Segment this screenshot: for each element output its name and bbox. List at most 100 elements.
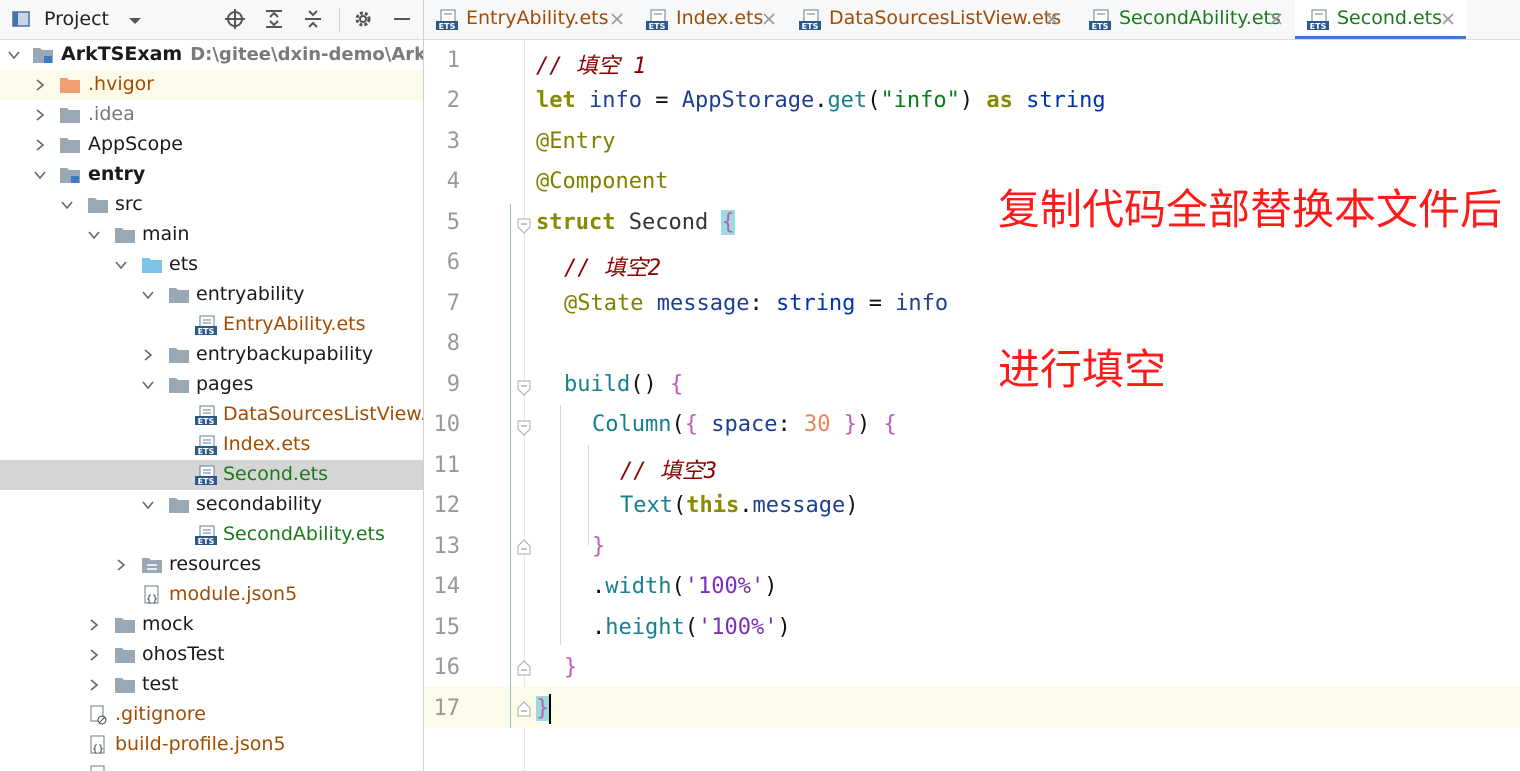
code-line-12[interactable]: Text(this.message) [620, 493, 858, 518]
chevron-down-icon[interactable] [61, 199, 73, 211]
close-icon[interactable] [610, 12, 624, 26]
close-icon[interactable] [1045, 12, 1059, 26]
code-line-17[interactable]: } [536, 696, 550, 721]
tab-datasourceslistview[interactable]: ETS DataSourcesListView.ets [787, 0, 1077, 39]
tree-item-entry[interactable]: entry [0, 160, 423, 190]
code-line-6[interactable]: // 填空2 [564, 250, 661, 282]
tree-item-label: Index.ets [223, 433, 311, 455]
code-line-16[interactable]: } [564, 655, 577, 680]
collapse-all-icon[interactable] [302, 8, 324, 30]
tab-index[interactable]: ETS Index.ets [634, 0, 787, 39]
tree-item-pages[interactable]: pages [0, 370, 423, 400]
tree-item-ohostest[interactable]: ohosTest [0, 640, 423, 670]
chevron-down-icon[interactable] [142, 499, 154, 511]
keyword: this [686, 493, 740, 518]
code-line-1[interactable]: // 填空 1 [536, 48, 646, 80]
json-file-icon: {} [144, 585, 159, 605]
tree-item-label: DataSourcesListView.et [223, 403, 424, 425]
tab-secondability[interactable]: ETS SecondAbility.ets [1077, 0, 1295, 39]
code-line-11[interactable]: // 填空3 [620, 453, 717, 485]
tree-item-datasourceslistview[interactable]: ETS DataSourcesListView.et [0, 400, 423, 430]
code-line-15[interactable]: .height('100%') [592, 615, 791, 640]
chevron-right-icon[interactable] [88, 649, 100, 661]
tree-item-mock[interactable]: mock [0, 610, 423, 640]
decorator: @Component [536, 169, 669, 194]
tree-item-second-ets[interactable]: ETS Second.ets [0, 460, 423, 490]
chevron-down-icon[interactable] [34, 169, 46, 181]
code-line-14[interactable]: .width('100%') [592, 574, 777, 599]
tree-item-arktsexam[interactable]: ArkTSExam D:\gitee\dxin-demo\ArkTSEx [0, 40, 423, 70]
code-line-13[interactable]: } [592, 534, 605, 559]
locate-icon[interactable] [224, 8, 246, 30]
close-icon[interactable] [762, 12, 776, 26]
chevron-down-icon[interactable] [142, 289, 154, 301]
tree-item-idea[interactable]: .idea [0, 100, 423, 130]
tree-item-main[interactable]: main [0, 220, 423, 250]
project-title[interactable]: Project [44, 8, 109, 30]
tree-item-src[interactable]: src [0, 190, 423, 220]
chevron-down-icon[interactable] [88, 229, 100, 241]
unfold-end-icon[interactable] [517, 660, 531, 676]
json-file-icon: {} [90, 735, 105, 755]
project-view-icon[interactable] [10, 8, 32, 30]
folder-icon [169, 378, 189, 393]
line-number: 17 [433, 696, 461, 721]
chevron-right-icon[interactable] [34, 79, 46, 91]
hide-panel-icon[interactable] [391, 8, 413, 30]
tab-second-active[interactable]: ETS Second.ets [1295, 0, 1466, 39]
tree-item-gitignore[interactable]: .gitignore [0, 700, 423, 730]
tab-label: DataSourcesListView.ets [829, 7, 1062, 29]
chevron-right-icon[interactable] [115, 559, 127, 571]
tab-label: SecondAbility.ets [1119, 7, 1281, 29]
unfold-end-icon[interactable] [517, 701, 531, 717]
tree-item-entrybackupability[interactable]: entrybackupability [0, 340, 423, 370]
code-line-10[interactable]: Column({ space: 30 }) { [592, 412, 897, 437]
tree-item-secondability-ets[interactable]: ETS SecondAbility.ets [0, 520, 423, 550]
fold-icon[interactable] [517, 420, 531, 436]
svg-text:ETS: ETS [649, 22, 666, 31]
code-line-2[interactable]: let info = AppStorage.get("info") as str… [536, 88, 1106, 113]
gear-icon[interactable] [352, 8, 374, 30]
fold-icon[interactable] [517, 380, 531, 396]
line-number: 3 [446, 129, 460, 154]
code-line-3[interactable]: @Entry [536, 129, 615, 154]
close-icon[interactable] [1269, 12, 1283, 26]
tree-item-test[interactable]: test [0, 670, 423, 700]
chevron-down-icon[interactable] [115, 259, 127, 271]
ets-file-icon: ETS [1089, 9, 1111, 31]
code-line-7[interactable]: @State message: string = info [564, 291, 948, 316]
tree-item-build-profile[interactable]: {} build-profile.json5 [0, 730, 423, 760]
tree-item-index-ets[interactable]: ETS Index.ets [0, 430, 423, 460]
close-icon[interactable] [1441, 12, 1455, 26]
chevron-right-icon[interactable] [34, 139, 46, 151]
fold-icon[interactable] [517, 218, 531, 234]
tree-item-module-json5[interactable]: {} module.json5 [0, 580, 423, 610]
chevron-right-icon[interactable] [88, 619, 100, 631]
paren: ) [845, 493, 859, 518]
expand-all-icon[interactable] [263, 8, 285, 30]
code-line-9[interactable]: build() { [564, 372, 683, 397]
module-folder-icon [60, 168, 80, 183]
chevron-right-icon[interactable] [34, 109, 46, 121]
chevron-right-icon[interactable] [142, 349, 154, 361]
tree-item-appscope[interactable]: AppScope [0, 130, 423, 160]
tree-item-secondability[interactable]: secondability [0, 490, 423, 520]
tree-item-entryability[interactable]: entryability [0, 280, 423, 310]
tree-item-hvigor[interactable]: .hvigor [0, 70, 423, 100]
code-line-4[interactable]: @Component [536, 169, 668, 194]
tree-item-label: main [142, 223, 190, 245]
chevron-down-icon[interactable] [142, 379, 154, 391]
tree-item-resources[interactable]: resources [0, 550, 423, 580]
folder-icon [169, 348, 189, 363]
chevron-down-icon[interactable] [124, 10, 146, 32]
tab-entryability[interactable]: ETS EntryAbility.ets [424, 0, 634, 39]
code-line-5[interactable]: struct Second { [536, 210, 735, 235]
unfold-end-icon[interactable] [517, 539, 531, 555]
chevron-right-icon[interactable] [88, 679, 100, 691]
folder-icon [115, 228, 135, 243]
chevron-down-icon[interactable] [8, 49, 20, 61]
svg-text:ETS: ETS [198, 417, 215, 425]
tree-item-ets[interactable]: ets [0, 250, 423, 280]
tree-item-entryability-ets[interactable]: ETS EntryAbility.ets [0, 310, 423, 340]
tree-item-label: entry [88, 163, 146, 185]
